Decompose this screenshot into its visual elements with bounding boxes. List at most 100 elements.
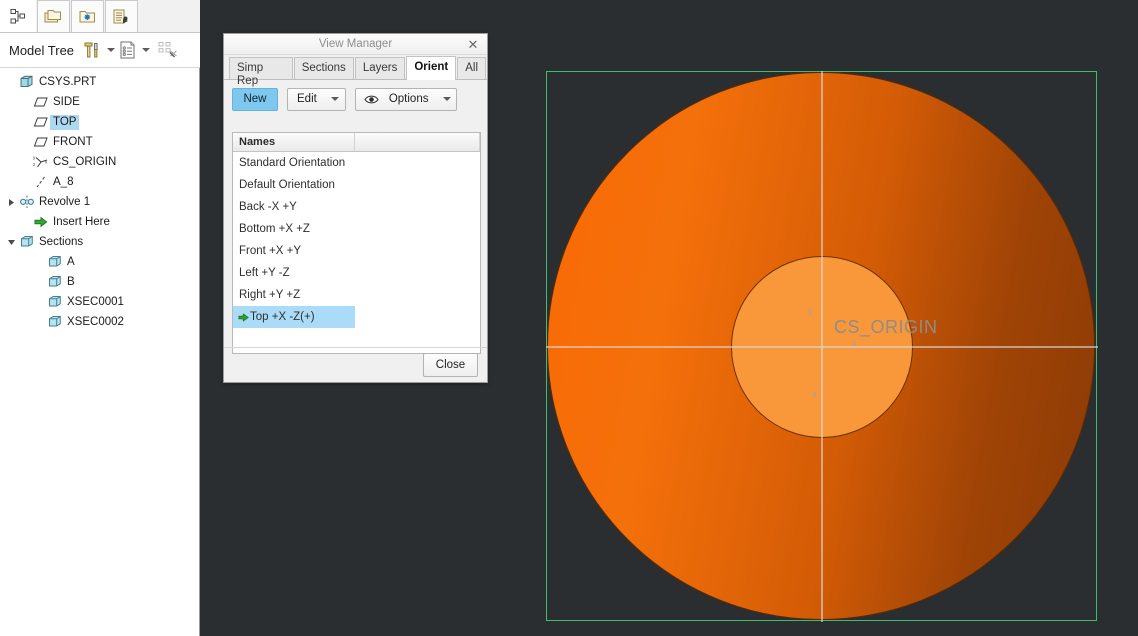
dialog-tab-layers[interactable]: Layers: [354, 57, 406, 79]
column-header-blank: [355, 133, 480, 151]
new-button[interactable]: New: [232, 87, 278, 111]
eye-icon: [364, 93, 380, 105]
horizontal-centerline: [546, 346, 1098, 348]
tree-node-sections[interactable]: Sections: [0, 232, 199, 252]
axis-label-y: y: [808, 306, 813, 316]
tree-node-label: SIDE: [53, 95, 80, 108]
tree-node-revolve-1[interactable]: Revolve 1: [0, 192, 199, 212]
tree-node-label: FRONT: [53, 135, 93, 148]
orientation-row[interactable]: Default Orientation: [233, 174, 480, 196]
coordinate-system-icon: yz x: [32, 154, 50, 170]
part-icon: [18, 74, 36, 90]
orientation-label: Bottom +X +Z: [239, 223, 310, 235]
orientation-list-header: Names: [233, 133, 480, 152]
section-icon: [46, 294, 64, 310]
section-icon: [46, 254, 64, 270]
orientation-label: Back -X +Y: [239, 201, 297, 213]
section-icon: [46, 274, 64, 290]
orientation-label: Default Orientation: [239, 179, 335, 191]
dialog-tab-simp-rep[interactable]: Simp Rep: [229, 57, 293, 87]
tree-node-label: Sections: [39, 235, 84, 248]
tree-node-top[interactable]: TOP: [0, 112, 199, 132]
datum-plane-icon: [32, 114, 50, 130]
tree-node-insert-here[interactable]: Insert Here: [0, 212, 199, 232]
orientation-row[interactable]: Back -X +Y: [233, 196, 480, 218]
csys-label: CS_ORIGIN: [834, 317, 938, 337]
axis-label-x: x: [852, 338, 857, 348]
edit-dropdown-caret[interactable]: [326, 89, 345, 110]
datum-plane-icon: [32, 134, 50, 150]
tree-node-a-8[interactable]: A_8: [0, 172, 199, 192]
options-button[interactable]: Options: [354, 87, 458, 111]
tree-node-b[interactable]: B: [0, 272, 199, 292]
chevron-down-icon: [106, 48, 115, 52]
orientation-rows[interactable]: Standard Orientation Default Orientation B…: [233, 152, 480, 328]
tab-detail-tree[interactable]: [105, 0, 138, 32]
model-tree-toolbar: Model Tree: [0, 33, 200, 68]
tree-node-xsec0002[interactable]: XSEC0002: [0, 312, 199, 332]
model-tree[interactable]: CSYS.PRT SIDE TOP FRONT y z x CS_ORIGIN A_8 Revol…: [0, 68, 199, 636]
orientation-label: Right +Y +Z: [239, 289, 301, 301]
orientation-label: Front +X +Y: [239, 245, 302, 257]
tree-node-cs-origin[interactable]: y z x CS_ORIGIN: [0, 152, 199, 172]
tree-node-label: A_8: [53, 175, 74, 188]
tab-favorites[interactable]: [71, 0, 104, 32]
dialog-title-bar[interactable]: View Manager ✕: [224, 34, 487, 55]
tree-columns-icon[interactable]: [118, 37, 138, 63]
chevron-down-icon: [331, 97, 340, 101]
application-window: CS_ORIGIN y x z Model Tree CSYS.PRT SIDE…: [0, 0, 1138, 636]
orientation-row[interactable]: Top +X -Z(+): [233, 306, 355, 328]
edit-button[interactable]: Edit: [287, 87, 346, 111]
tree-node-a[interactable]: A: [0, 252, 199, 272]
orientation-row[interactable]: Standard Orientation: [233, 152, 480, 174]
orientation-row[interactable]: Bottom +X +Z: [233, 218, 480, 240]
dialog-tab-sections[interactable]: Sections: [293, 57, 354, 79]
sections-folder-icon: [18, 234, 36, 250]
tools-dropdown-caret[interactable]: [103, 38, 118, 62]
orientation-row[interactable]: Right +Y +Z: [233, 284, 480, 306]
orientation-label: Top +X -Z(+): [250, 311, 315, 323]
tools-icon[interactable]: [81, 37, 103, 63]
tree-node-side[interactable]: SIDE: [0, 92, 199, 112]
expander-expanded-icon[interactable]: [4, 232, 18, 252]
tree-node-xsec0001[interactable]: XSEC0001: [0, 292, 199, 312]
tree-node-front[interactable]: FRONT: [0, 132, 199, 152]
orientation-row[interactable]: Front +X +Y: [233, 240, 480, 262]
orientation-list[interactable]: Names Standard Orientation Default Orient…: [232, 132, 481, 354]
dialog-tab-bar[interactable]: Simp Rep Sections Layers Orient All: [224, 55, 487, 87]
expander-collapsed-icon[interactable]: [4, 192, 18, 212]
dialog-tab-all[interactable]: All: [457, 57, 486, 79]
close-icon[interactable]: ✕: [465, 36, 481, 52]
dialog-tab-orient[interactable]: Orient: [406, 56, 457, 80]
orientation-row[interactable]: Left +Y -Z: [233, 262, 480, 284]
left-navigation-panel: Model Tree CSYS.PRT SIDE TOP FRONT y z x…: [0, 0, 200, 636]
chevron-down-icon: [141, 48, 150, 52]
orientation-label: Left +Y -Z: [239, 267, 290, 279]
columns-dropdown-caret[interactable]: [138, 38, 153, 62]
tree-node-label: Insert Here: [53, 215, 110, 228]
options-button-label: Options: [388, 92, 429, 105]
tab-model-tree[interactable]: [0, 0, 36, 32]
view-manager-dialog[interactable]: View Manager ✕ Simp Rep Sections Layers Ori…: [223, 33, 488, 383]
tree-filter-off-icon[interactable]: [157, 37, 179, 63]
dialog-action-bar: New Edit Options: [224, 80, 487, 118]
tree-node-label: Revolve 1: [39, 195, 91, 208]
close-button[interactable]: Close: [423, 353, 478, 377]
tree-node-csys-prt[interactable]: CSYS.PRT: [0, 72, 199, 92]
revolve-feature-icon: [18, 194, 36, 210]
svg-text:y: y: [33, 155, 36, 160]
options-dropdown-caret[interactable]: [437, 89, 456, 110]
tab-folders[interactable]: [37, 0, 70, 32]
edit-button-label: Edit: [297, 92, 317, 105]
tree-node-label: CSYS.PRT: [39, 75, 97, 88]
